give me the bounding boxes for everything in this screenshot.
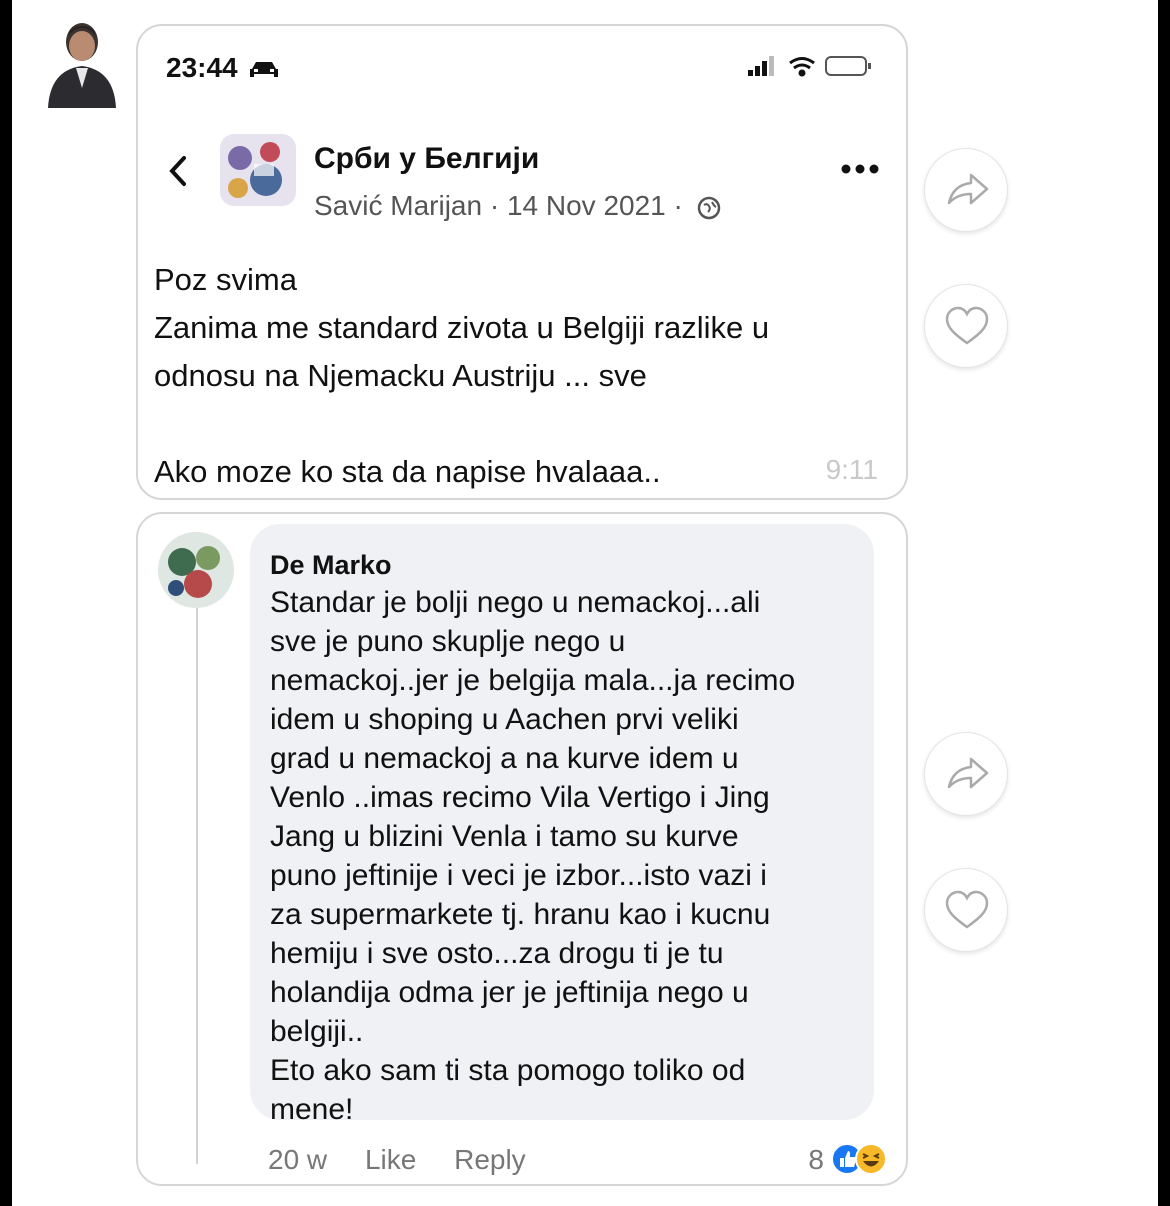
comment-like-link[interactable]: Like [365,1144,416,1175]
comment-screenshot-card: De Marko Standar je bolji nego u nemacko… [136,512,908,1186]
comment-text-line: grad u nemackoj a na kurve idem u [270,742,739,775]
signal-icon [748,56,774,76]
share-arrow-icon [947,173,989,205]
comment-reply-link[interactable]: Reply [454,1144,526,1175]
status-bar-time: 23:44 [166,52,279,84]
sender-avatar[interactable] [44,18,120,108]
thread-line [196,608,198,1164]
comment-text-line: nemackoj..jer je belgija mala...ja recim… [270,664,796,697]
back-arrow-icon[interactable] [166,154,190,188]
group-name[interactable]: Срби у Белгији [314,142,539,176]
comment-text-line: Standar je bolji nego u nemackoj...ali [270,586,761,619]
comment-text-line: sve je puno skuplje nego u [270,625,626,658]
status-time-text: 23:44 [166,52,238,83]
comment-actions: 20 w Like Reply [268,1144,556,1176]
comment-text-line: idem u shoping u Aachen prvi veliki [270,703,739,736]
more-options-icon[interactable] [840,162,880,176]
message-timestamp: 9:11 [825,454,878,485]
globe-icon [697,196,720,219]
reaction-count: 8 [808,1144,824,1175]
comment-text-line: Venlo ..imas recimo Vila Vertigo i Jing [270,781,770,814]
post-screenshot-card: 23:44 Срби у Белгији Savić Marijan · 14 … [136,24,908,500]
wifi-icon [789,57,815,77]
comment-age: 20 w [268,1144,328,1175]
comment-text-line: za supermarkete tj. hranu kao i kucnu [270,898,771,931]
screenshot-canvas: 23:44 Срби у Белгији Savić Marijan · 14 … [12,0,1158,1206]
comment-bubble: De Marko Standar je bolji nego u nemacko… [250,524,874,1126]
share-arrow-icon [947,757,989,789]
heart-icon [945,890,989,929]
meta-separator: · [489,190,500,221]
comment-text-line: Eto ako sam ti sta pomogo toliko od [270,1054,746,1087]
comment-text-line: holandija odma jer je jeftinija nego u [270,976,749,1009]
comment-text-line: mene! [270,1093,354,1126]
post-text-line: Zanima me standard zivota u Belgiji razl… [154,310,770,345]
comment-text-line: hemiju i sve osto...za drogu ti je tu [270,937,724,970]
post-text-line: Poz svima [154,262,297,297]
group-thumbnail[interactable] [220,134,296,206]
post-text-line: Ako moze ko sta da napise hvalaaa.. [154,454,661,489]
car-icon [250,61,279,77]
battery-icon [825,56,871,76]
comment-text-line: Jang u blizini Venla i tamo su kurve [270,820,739,853]
status-icons [748,56,871,77]
comment-text-line: belgiji.. [270,1015,364,1048]
post-author[interactable]: Savić Marijan [314,190,482,221]
like-heart-button[interactable] [924,284,1008,368]
reaction-summary[interactable]: 8 [778,1142,888,1176]
heart-icon [945,306,989,345]
post-meta: Savić Marijan · 14 Nov 2021 · [314,190,721,222]
share-button[interactable] [924,148,1008,232]
post-text-line: odnosu na Njemacku Austriju ... sve [154,358,647,393]
comment-text-line: puno jeftinije i veci je izbor...isto va… [270,859,767,892]
meta-separator-2: · [673,190,683,221]
post-date[interactable]: 14 Nov 2021 [507,190,666,221]
haha-reaction-icon [855,1143,887,1175]
comment-author[interactable]: De Marko [270,550,392,581]
commenter-avatar[interactable] [158,532,234,608]
like-heart-button[interactable] [924,868,1008,952]
share-button[interactable] [924,732,1008,816]
